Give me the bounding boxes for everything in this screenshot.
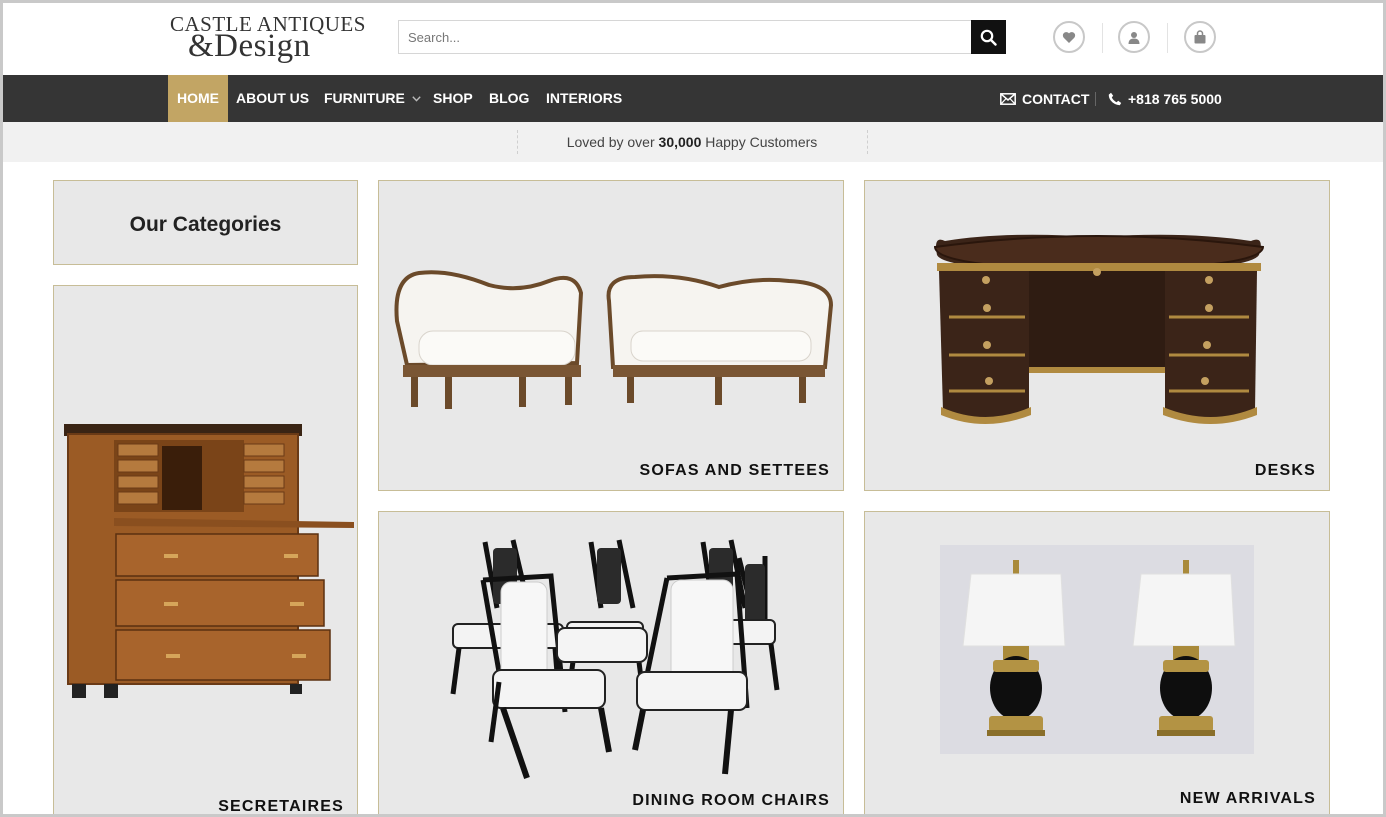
heart-icon [1062, 31, 1076, 44]
categories-heading-box: Our Categories [53, 180, 358, 265]
phone-link[interactable]: +818 765 5000 [1108, 75, 1222, 122]
category-tile-dining-room-chairs[interactable]: DINING ROOM CHAIRS [378, 511, 844, 814]
envelope-icon [1000, 92, 1016, 105]
nav-divider [1095, 92, 1096, 106]
nav-item-label: ABOUT US [236, 90, 310, 106]
nav-item-furniture[interactable]: FURNITURE [324, 75, 421, 122]
header-divider [1102, 23, 1103, 53]
nav-item-about-us[interactable]: ABOUT US [236, 75, 309, 122]
nav-item-interiors[interactable]: INTERIORS [546, 75, 622, 122]
promo-suffix: Happy Customers [705, 134, 818, 150]
main-nav: HOME ABOUT US FURNITURE SHOP BLOG INTERI… [3, 75, 1383, 122]
wishlist-button[interactable] [1053, 21, 1085, 53]
dining-chairs-image [450, 539, 780, 779]
promo-prefix: Loved by over [566, 134, 655, 150]
tile-label: NEW ARRIVALS [1179, 790, 1316, 807]
lamps-image [940, 545, 1254, 754]
phone-icon [1108, 92, 1122, 106]
category-tile-new-arrivals[interactable]: NEW ARRIVALS [864, 511, 1330, 814]
cart-button[interactable] [1184, 21, 1216, 53]
nav-item-label: HOME [177, 90, 219, 106]
promo-bar: Loved by over 30,000 Happy Customers [3, 122, 1383, 162]
nav-item-shop[interactable]: SHOP [433, 75, 473, 122]
search-icon [980, 29, 997, 46]
logo-line2: &Design [188, 28, 311, 64]
tile-label: DINING ROOM CHAIRS [632, 792, 830, 809]
page-frame: Castle Antiques &Design [0, 0, 1386, 817]
nav-item-label: INTERIORS [546, 90, 623, 106]
nav-item-label: SHOP [433, 90, 473, 106]
user-icon [1128, 31, 1140, 44]
promo-text: Loved by over 30,000 Happy Customers [517, 122, 867, 162]
account-button[interactable] [1118, 21, 1150, 53]
search-box [398, 20, 1006, 54]
shopping-bag-icon [1193, 30, 1207, 44]
contact-link[interactable]: CONTACT [1000, 75, 1089, 122]
category-tile-sofas-and-settees[interactable]: SOFAS AND SETTEES [378, 180, 844, 491]
site-header: Castle Antiques &Design [3, 3, 1383, 75]
desk-image [933, 234, 1265, 424]
nav-item-home[interactable]: HOME [168, 75, 228, 122]
nav-item-label: BLOG [489, 90, 530, 106]
nav-item-label: FURNITURE [324, 90, 405, 106]
categories-heading: Our Categories [129, 213, 282, 236]
tile-label: DESKS [1254, 462, 1316, 479]
chevron-down-icon [412, 96, 421, 102]
promo-count: 30,000 [658, 134, 702, 150]
header-divider [1167, 23, 1168, 53]
tile-label: SECRETAIRES [218, 798, 344, 815]
phone-number: +818 765 5000 [1128, 90, 1222, 107]
search-button[interactable] [971, 20, 1006, 54]
search-input[interactable] [399, 21, 971, 53]
promo-divider [867, 130, 868, 154]
category-tile-desks[interactable]: DESKS [864, 180, 1330, 491]
tile-label: SOFAS AND SETTEES [639, 462, 830, 479]
contact-label: CONTACT [1022, 90, 1090, 107]
nav-item-blog[interactable]: BLOG [489, 75, 529, 122]
secretaire-image [64, 424, 354, 698]
site-logo[interactable]: Castle Antiques &Design [168, 12, 373, 64]
sofas-image [394, 270, 834, 409]
category-tile-secretaires[interactable]: SECRETAIRES [53, 285, 358, 815]
